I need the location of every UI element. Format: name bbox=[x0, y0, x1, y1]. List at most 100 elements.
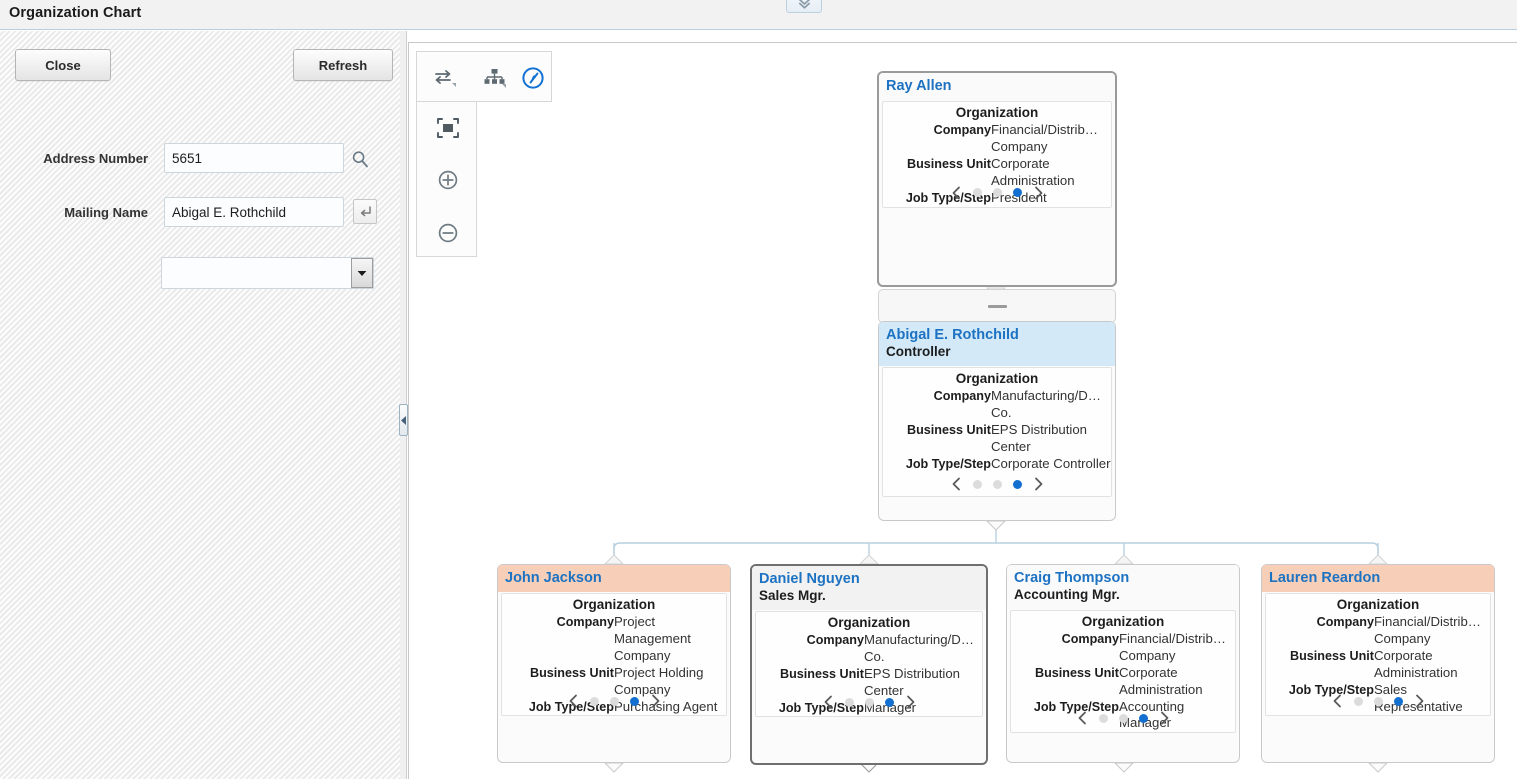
pager-dot-active[interactable] bbox=[1012, 479, 1022, 489]
chevron-down-icon[interactable] bbox=[351, 258, 373, 288]
org-node-pager[interactable] bbox=[883, 181, 1111, 205]
mailing-name-label: Mailing Name bbox=[64, 205, 148, 220]
chevron-left-icon[interactable] bbox=[823, 695, 834, 709]
chevron-right-icon[interactable] bbox=[1033, 186, 1044, 200]
pager-dot-active[interactable] bbox=[1012, 188, 1022, 198]
layout-orientation-icon[interactable] bbox=[430, 64, 460, 92]
chevron-left-icon[interactable] bbox=[951, 186, 962, 200]
pager-dot[interactable] bbox=[1098, 713, 1108, 723]
detail-key: Job Type/Step bbox=[905, 456, 991, 471]
pager-dot[interactable] bbox=[844, 697, 854, 707]
detail-value: Project Management Company bbox=[614, 614, 691, 663]
org-node-name: Craig Thompson bbox=[1014, 570, 1130, 586]
pager-dot[interactable] bbox=[972, 188, 982, 198]
chevron-left-icon[interactable] bbox=[951, 477, 962, 491]
pager-dot[interactable] bbox=[1353, 696, 1363, 706]
org-node-name: Daniel Nguyen bbox=[759, 571, 860, 587]
address-number-input[interactable] bbox=[164, 143, 344, 173]
org-node-name: Abigal E. Rothchild bbox=[886, 327, 1019, 343]
chevron-right-icon[interactable] bbox=[1414, 694, 1425, 708]
page-title: Organization Chart bbox=[9, 5, 142, 21]
collapse-double-chevron-button[interactable] bbox=[786, 0, 822, 13]
pager-dot-active[interactable] bbox=[1138, 713, 1148, 723]
collapse-left-icon[interactable] bbox=[399, 404, 408, 436]
chevron-left-icon[interactable] bbox=[1077, 711, 1088, 725]
zoom-in-icon[interactable] bbox=[433, 166, 463, 194]
chevron-right-icon[interactable] bbox=[650, 694, 661, 708]
chevron-right-icon[interactable] bbox=[1033, 477, 1044, 491]
chevron-right-icon[interactable] bbox=[905, 695, 916, 709]
org-node-root[interactable]: Ray Allen Organization Company Financial… bbox=[877, 71, 1117, 287]
org-node-header[interactable]: John Jackson bbox=[498, 565, 730, 593]
chevron-left-icon[interactable] bbox=[568, 694, 579, 708]
detail-row: Company Manufacturing/D… Co. bbox=[883, 388, 1111, 422]
navigator-compass-icon[interactable] bbox=[518, 64, 548, 92]
chevron-double-down-icon bbox=[797, 0, 812, 11]
pager-dot[interactable] bbox=[972, 479, 982, 489]
org-node-header[interactable]: Abigal E. Rothchild Controller bbox=[879, 322, 1115, 366]
org-node-body-title: Organization bbox=[1081, 614, 1165, 629]
pager-dot-active[interactable] bbox=[1393, 696, 1403, 706]
pager-dot[interactable] bbox=[992, 479, 1002, 489]
detail-key: Company bbox=[806, 633, 864, 647]
pager-dot[interactable] bbox=[1118, 713, 1128, 723]
org-node-body-title: Organization bbox=[955, 371, 1039, 386]
org-node-child[interactable]: John Jackson Organization Company Projec… bbox=[497, 564, 731, 763]
pager-dot[interactable] bbox=[864, 697, 874, 707]
pager-dot-active[interactable] bbox=[884, 697, 894, 707]
magnifier-icon[interactable] bbox=[350, 149, 370, 169]
detail-value: Manufacturing/D… Co. bbox=[864, 632, 974, 664]
org-node-body: Organization Company Financial/Distrib… … bbox=[882, 101, 1112, 208]
pager-dot[interactable] bbox=[1373, 696, 1383, 706]
org-node-body: Organization Company Financial/Distrib… … bbox=[1265, 593, 1491, 717]
org-node-pager[interactable] bbox=[756, 690, 982, 714]
detail-key: Company bbox=[933, 123, 991, 138]
filter-panel: Close Refresh Address Number Mailing Nam… bbox=[0, 31, 400, 779]
org-node-pager[interactable] bbox=[1011, 706, 1235, 730]
org-node-header[interactable]: Ray Allen bbox=[879, 73, 1115, 101]
org-node-details: Company Manufacturing/D… Co. Business Un… bbox=[883, 388, 1111, 472]
chevron-right-icon[interactable] bbox=[1159, 711, 1170, 725]
org-node-body-title: Organization bbox=[572, 597, 656, 613]
org-node-title: Accounting Mgr. bbox=[1014, 587, 1120, 603]
org-node-collapsed-stub[interactable] bbox=[878, 289, 1116, 323]
detail-value: Corporate Controller bbox=[991, 455, 1111, 471]
org-node-header[interactable]: Lauren Reardon bbox=[1262, 565, 1494, 593]
org-node-pager[interactable] bbox=[883, 472, 1111, 496]
org-node-body-title: Organization bbox=[827, 615, 911, 630]
fit-to-screen-icon[interactable] bbox=[433, 114, 463, 142]
org-node-header[interactable]: Daniel Nguyen Sales Mgr. bbox=[752, 566, 986, 610]
organization-structure-select[interactable] bbox=[161, 257, 374, 289]
enter-arrow-icon[interactable] bbox=[353, 199, 377, 224]
mailing-name-input[interactable] bbox=[164, 197, 344, 227]
pager-dot-active[interactable] bbox=[629, 696, 639, 706]
org-node-selected[interactable]: Abigal E. Rothchild Controller Organizat… bbox=[878, 321, 1116, 521]
detail-value: EPS Distribution Center bbox=[991, 421, 1088, 454]
chevron-left-icon[interactable] bbox=[1332, 694, 1343, 708]
close-button[interactable]: Close bbox=[15, 49, 111, 81]
org-node-header[interactable]: Craig Thompson Accounting Mgr. bbox=[1007, 565, 1239, 609]
pager-dot[interactable] bbox=[589, 696, 599, 706]
detail-key: Company bbox=[1316, 615, 1374, 630]
zoom-out-icon[interactable] bbox=[433, 219, 463, 247]
org-chart-canvas[interactable]: Ray Allen Organization Company Financial… bbox=[408, 42, 1517, 779]
detail-value: Corporate Administration bbox=[1374, 647, 1458, 680]
org-node-pager[interactable] bbox=[502, 689, 726, 713]
detail-key: Company bbox=[933, 389, 991, 403]
hierarchy-icon[interactable] bbox=[480, 64, 510, 92]
refresh-button[interactable]: Refresh bbox=[293, 49, 393, 81]
pager-dot[interactable] bbox=[992, 188, 1002, 198]
org-node-name: Ray Allen bbox=[886, 78, 952, 94]
detail-row: Job Type/Step Corporate Controller bbox=[883, 456, 1111, 473]
org-node-pager[interactable] bbox=[1266, 689, 1490, 713]
org-node-body: Organization Company Manufacturing/D… Co… bbox=[755, 611, 983, 718]
detail-key: Company bbox=[1061, 632, 1119, 646]
org-node-child[interactable]: Lauren Reardon Organization Company Fina… bbox=[1261, 564, 1495, 763]
detail-value: Financial/Distrib… Company bbox=[1119, 631, 1226, 663]
detail-row: Company Financial/Distrib… Company bbox=[1266, 614, 1490, 648]
pager-dot[interactable] bbox=[609, 696, 619, 706]
org-node-body: Organization Company Project Management … bbox=[501, 593, 727, 717]
detail-value: Financial/Distrib… Company bbox=[1374, 614, 1481, 647]
org-node-child[interactable]: Daniel Nguyen Sales Mgr. Organization Co… bbox=[750, 564, 988, 765]
org-node-child[interactable]: Craig Thompson Accounting Mgr. Organizat… bbox=[1006, 564, 1240, 763]
